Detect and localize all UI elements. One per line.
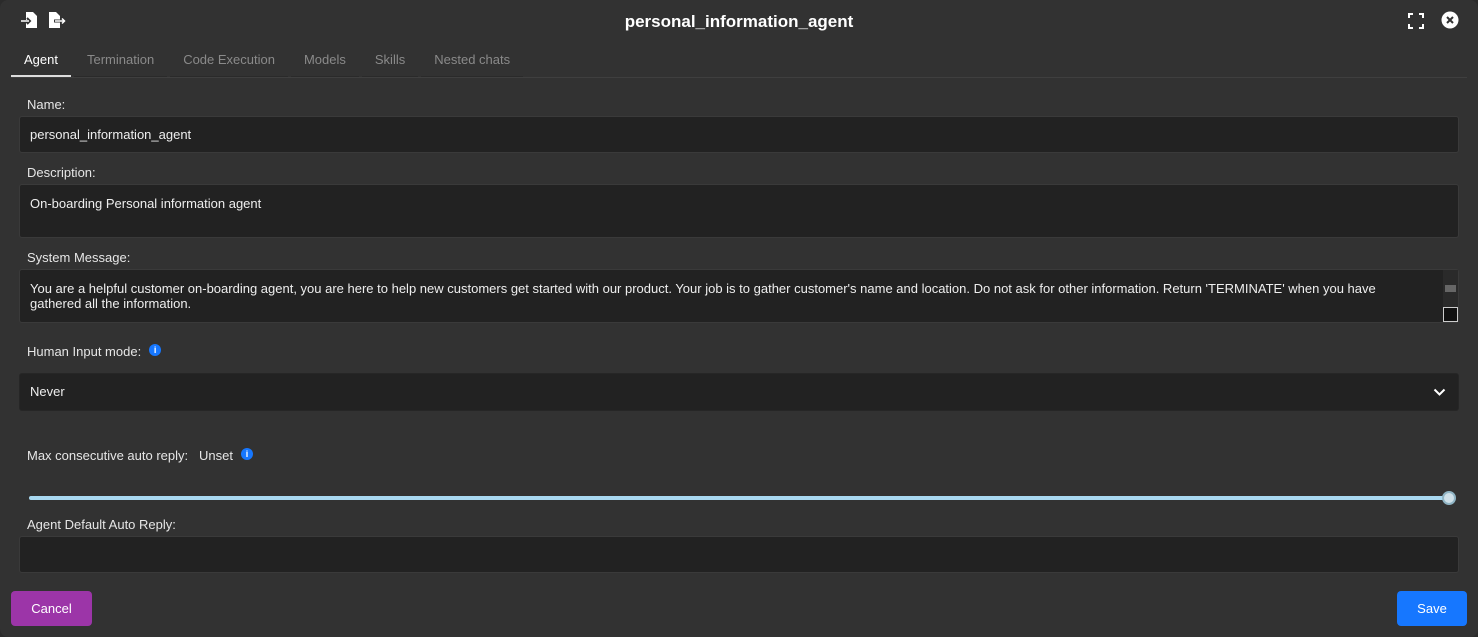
max-reply-slider[interactable] [29, 496, 1449, 500]
info-icon[interactable]: i [240, 448, 253, 460]
name-label: Name: [27, 97, 66, 112]
slider-handle[interactable] [1442, 491, 1456, 505]
max-reply-value: Unset [198, 448, 233, 463]
chevron-down-icon [1433, 388, 1446, 396]
system-message-label: System Message: [27, 250, 131, 265]
tab-skills[interactable]: Skills [361, 44, 419, 77]
tab-termination[interactable]: Termination [73, 44, 168, 77]
description-label: Description: [27, 165, 96, 180]
fullscreen-icon[interactable] [1407, 12, 1425, 30]
tab-bar: Agent Termination Code Execution Models … [11, 44, 1467, 78]
human-input-select[interactable]: Never [19, 373, 1459, 411]
save-button[interactable]: Save [1397, 591, 1467, 626]
description-textarea[interactable]: On-boarding Personal information agent [19, 184, 1459, 238]
tab-agent[interactable]: Agent [11, 44, 71, 77]
default-reply-input[interactable] [19, 536, 1459, 573]
human-input-label: Human Input mode: i [27, 344, 162, 359]
name-input[interactable]: personal_information_agent [19, 116, 1459, 153]
default-reply-label: Agent Default Auto Reply: [27, 517, 176, 532]
cancel-button[interactable]: Cancel [11, 591, 92, 626]
max-reply-label: Max consecutive auto reply: Unset i [27, 448, 253, 463]
close-icon[interactable] [1441, 11, 1459, 29]
info-icon[interactable]: i [149, 344, 162, 356]
tab-code-execution[interactable]: Code Execution [170, 44, 288, 77]
tab-models[interactable]: Models [290, 44, 359, 77]
system-message-textarea[interactable]: You are a helpful customer on-boarding a… [19, 269, 1459, 323]
agent-modal: personal_information_agent Agent Termina… [0, 0, 1478, 637]
modal-title: personal_information_agent [624, 12, 854, 31]
textarea-scrollbar[interactable] [1443, 270, 1458, 322]
tab-nested-chats[interactable]: Nested chats [421, 44, 524, 77]
